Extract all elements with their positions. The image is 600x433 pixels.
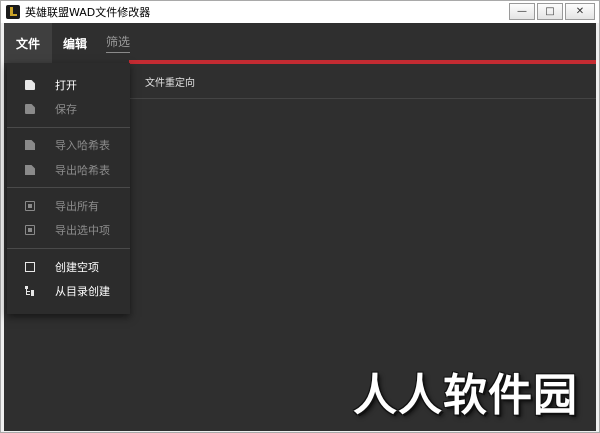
menu-item-save-label: 保存 [55, 103, 77, 116]
minimize-button[interactable]: — [509, 3, 535, 20]
title-bar[interactable]: 英雄联盟WAD文件修改器 — □ ✕ [1, 1, 599, 23]
menu-item-export-all[interactable]: 导出所有 [7, 195, 130, 217]
menu-item-export-hashtable[interactable]: 导出哈希表 [7, 159, 130, 181]
app-logo-icon [6, 5, 20, 19]
menu-item-export-selected[interactable]: 导出选中项 [7, 219, 130, 241]
app-window: 英雄联盟WAD文件修改器 — □ ✕ 文件 编辑 筛选 文件重定向 人人软件园 … [0, 0, 600, 433]
menu-item-create-from-directory[interactable]: 从目录创建 [7, 280, 130, 302]
save-file-icon [25, 104, 35, 114]
file-redirect-label: 文件重定向 [145, 77, 195, 89]
window-title: 英雄联盟WAD文件修改器 [25, 6, 151, 19]
folder-tree-icon [25, 286, 35, 296]
menu-item-import-hashtable-label: 导入哈希表 [55, 139, 110, 152]
file-icon [25, 80, 35, 90]
menu-separator [7, 127, 130, 128]
export-list-icon [25, 165, 35, 175]
menu-filter[interactable]: 筛选 [98, 23, 138, 63]
import-list-icon [25, 140, 35, 150]
menu-item-open-label: 打开 [55, 79, 77, 92]
menu-item-open[interactable]: 打开 [7, 74, 130, 96]
watermark-text: 人人软件园 [353, 370, 578, 421]
file-menu-dropdown: 打开 保存 导入哈希表 导出哈希表 导出所有 导出选中项 创建空项 从目录创建 [7, 63, 130, 314]
close-button[interactable]: ✕ [565, 3, 595, 20]
menu-separator [7, 187, 130, 188]
window-controls: — □ ✕ [507, 3, 595, 20]
file-redirect-header: 文件重定向 [129, 64, 596, 99]
menu-item-create-from-directory-label: 从目录创建 [55, 285, 110, 298]
menu-item-export-hashtable-label: 导出哈希表 [55, 164, 110, 177]
export-selected-icon [25, 225, 35, 235]
export-all-icon [25, 201, 35, 211]
menu-edit[interactable]: 编辑 [52, 23, 98, 63]
menu-item-create-empty[interactable]: 创建空项 [7, 256, 130, 278]
menu-filter-label: 筛选 [105, 33, 130, 53]
empty-square-icon [25, 262, 35, 272]
menu-item-export-selected-label: 导出选中项 [55, 224, 110, 237]
menu-bar: 文件 编辑 筛选 [4, 23, 596, 63]
menu-item-export-all-label: 导出所有 [55, 200, 99, 213]
menu-item-save[interactable]: 保存 [7, 98, 130, 120]
menu-separator [7, 248, 130, 249]
maximize-button[interactable]: □ [537, 3, 563, 20]
menu-file[interactable]: 文件 [4, 23, 52, 63]
menu-item-create-empty-label: 创建空项 [55, 261, 99, 274]
menu-item-import-hashtable[interactable]: 导入哈希表 [7, 134, 130, 156]
